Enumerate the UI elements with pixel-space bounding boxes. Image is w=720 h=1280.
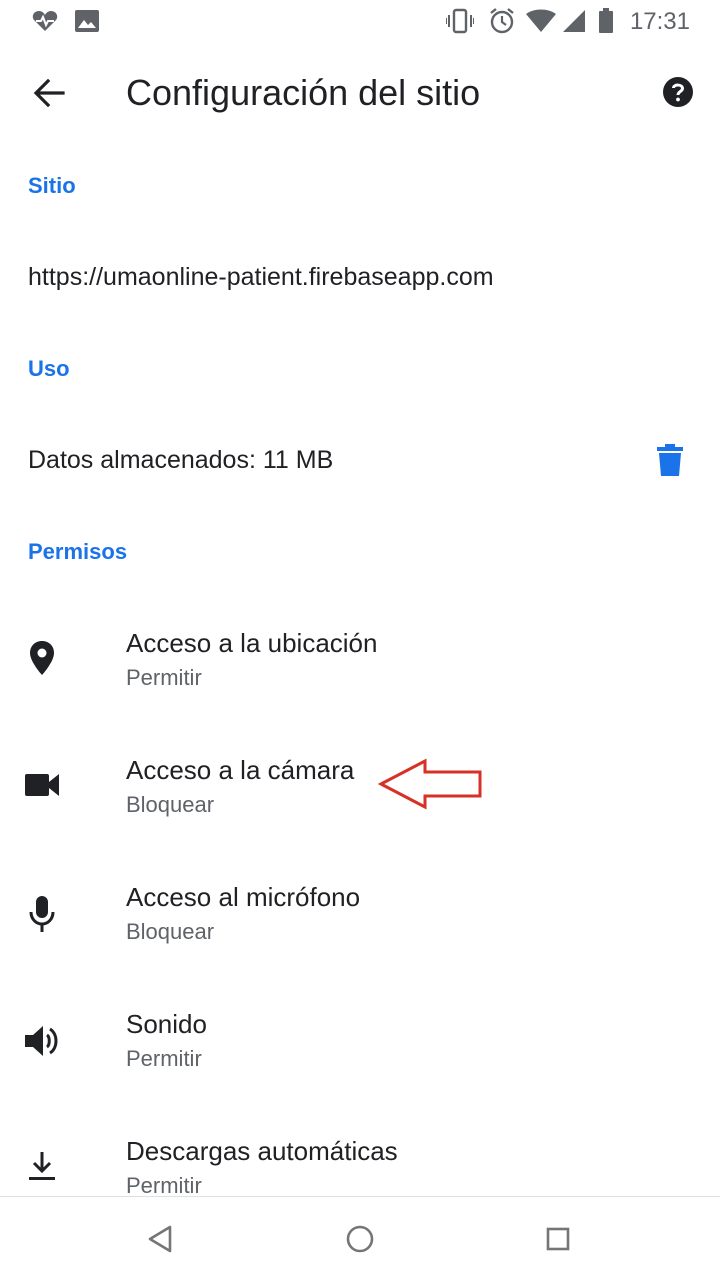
section-header-permissions: Permisos [28, 539, 128, 564]
page-title: Configuración del sitio [126, 72, 481, 113]
permission-camera[interactable]: Acceso a la cámara Bloquear [0, 755, 720, 865]
wifi-icon [526, 8, 556, 34]
location-pin-icon [22, 638, 62, 678]
status-bar: 17:31 [0, 0, 720, 44]
nav-home-button[interactable] [340, 1219, 380, 1259]
help-icon [663, 77, 693, 107]
battery-icon [598, 8, 614, 34]
section-header-usage: Uso [28, 356, 70, 381]
camera-icon [22, 765, 62, 805]
navigation-bar [0, 1196, 720, 1280]
permission-location[interactable]: Acceso a la ubicación Permitir [0, 628, 720, 738]
permission-value: Bloquear [126, 919, 215, 944]
permission-value: Bloquear [126, 792, 215, 817]
heart-monitor-icon [32, 8, 58, 34]
permission-title: Descargas automáticas [126, 1136, 398, 1166]
permission-sound[interactable]: Sonido Permitir [0, 1009, 720, 1119]
back-button[interactable] [24, 68, 74, 118]
permission-title: Acceso a la ubicación [126, 628, 378, 658]
microphone-icon [22, 894, 62, 934]
section-header-site: Sitio [28, 173, 76, 198]
status-time: 17:31 [629, 8, 690, 35]
speaker-icon [22, 1021, 62, 1061]
arrow-back-icon [33, 79, 65, 107]
permission-value: Permitir [126, 665, 202, 690]
alarm-icon [488, 8, 516, 34]
stored-data-label: Datos almacenados: 11 MB [28, 446, 334, 474]
clear-data-button[interactable] [650, 440, 690, 480]
signal-icon [562, 8, 586, 34]
help-button[interactable] [658, 72, 698, 112]
trash-icon [657, 444, 683, 476]
vibrate-icon [446, 8, 474, 34]
red-arrow-icon [377, 758, 484, 810]
download-icon [22, 1146, 62, 1186]
site-url: https://umaonline-patient.firebaseapp.co… [28, 263, 494, 291]
recents-square-icon [546, 1227, 570, 1251]
permission-value: Permitir [126, 1046, 202, 1071]
nav-recents-button[interactable] [538, 1219, 578, 1259]
app-bar: Configuración del sitio [0, 44, 720, 140]
home-circle-icon [346, 1225, 374, 1253]
image-icon [74, 8, 100, 34]
permission-title: Sonido [126, 1009, 207, 1039]
back-triangle-icon [148, 1225, 172, 1253]
permission-title: Acceso a la cámara [126, 755, 355, 785]
permission-title: Acceso al micrófono [126, 882, 361, 912]
nav-back-button[interactable] [140, 1219, 180, 1259]
permission-microphone[interactable]: Acceso al micrófono Bloquear [0, 882, 720, 992]
